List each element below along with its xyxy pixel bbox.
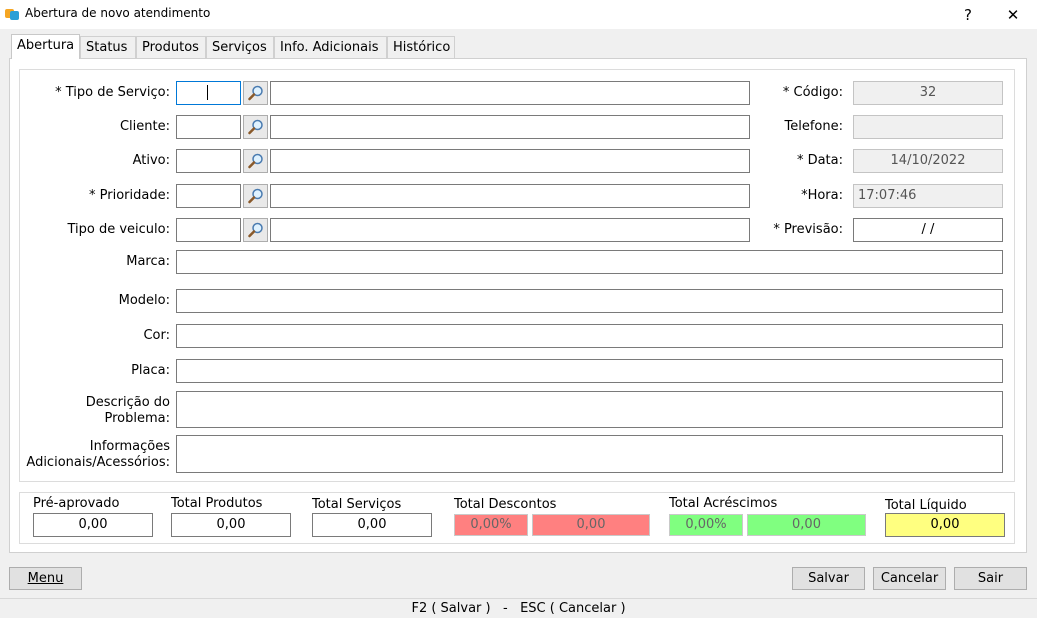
- info-adicionais-textarea[interactable]: [176, 435, 1003, 473]
- app-icon: [5, 9, 19, 20]
- tab-historico[interactable]: Histórico: [387, 36, 455, 58]
- descricao-textarea[interactable]: [176, 391, 1003, 428]
- pre-aprovado-label: Pré-aprovado: [33, 496, 120, 511]
- total-produtos-field: 0,00: [171, 513, 291, 537]
- acrescimos-percent-field: 0,00%: [669, 514, 743, 536]
- sair-button-label: Sair: [977, 571, 1004, 586]
- tipo-veiculo-code-input[interactable]: [176, 218, 241, 242]
- tipo-veiculo-lookup-button[interactable]: [243, 218, 268, 242]
- info-label-1: Informações: [89, 439, 170, 454]
- placa-label: Placa:: [131, 363, 170, 378]
- tipo-servico-desc-input[interactable]: [270, 81, 750, 105]
- salvar-button[interactable]: Salvar: [792, 567, 865, 590]
- ativo-desc-input[interactable]: [270, 149, 750, 173]
- sair-button[interactable]: Sair: [954, 567, 1027, 590]
- total-liquido-field: 0,00: [885, 513, 1005, 537]
- hora-label: *Hora:: [801, 188, 843, 203]
- pre-aprovado-field: 0,00: [33, 513, 153, 537]
- telefone-label: Telefone:: [784, 119, 844, 134]
- tipo-servico-code-input[interactable]: [176, 81, 241, 105]
- prioridade-desc-input[interactable]: [270, 184, 750, 208]
- previsao-label: * Previsão:: [773, 222, 843, 237]
- codigo-field: 32: [853, 81, 1003, 105]
- marca-label: Marca:: [126, 254, 170, 269]
- total-liquido-label: Total Líquido: [885, 498, 967, 513]
- cliente-label: Cliente:: [119, 119, 170, 134]
- tipo-servico-label: * Tipo de Serviço:: [55, 85, 170, 100]
- tab-abertura[interactable]: Abertura: [11, 34, 80, 59]
- tipo-servico-lookup-button[interactable]: [243, 81, 268, 105]
- codigo-label: * Código:: [782, 85, 843, 100]
- magnifier-icon: [247, 188, 263, 204]
- cliente-name-input[interactable]: [270, 115, 750, 139]
- ativo-lookup-button[interactable]: [243, 149, 268, 173]
- marca-input[interactable]: [176, 250, 1003, 274]
- text-caret: [207, 85, 208, 100]
- cancelar-button[interactable]: Cancelar: [873, 567, 946, 590]
- ativo-code-input[interactable]: [176, 149, 241, 173]
- ativo-label: Ativo:: [132, 153, 170, 168]
- magnifier-icon: [247, 222, 263, 238]
- cliente-code-input[interactable]: [176, 115, 241, 139]
- salvar-button-label: Salvar: [808, 571, 849, 586]
- tipo-veiculo-desc-input[interactable]: [270, 218, 750, 242]
- data-label: * Data:: [796, 153, 843, 168]
- prioridade-code-input[interactable]: [176, 184, 241, 208]
- cancelar-button-label: Cancelar: [880, 571, 939, 586]
- prioridade-lookup-button[interactable]: [243, 184, 268, 208]
- modelo-input[interactable]: [176, 289, 1003, 313]
- hora-field: 17:07:46: [853, 184, 1003, 208]
- previsao-field[interactable]: / /: [853, 218, 1003, 242]
- total-acrescimos-label: Total Acréscimos: [669, 496, 778, 511]
- total-servicos-label: Total Serviços: [312, 497, 402, 512]
- total-servicos-field: 0,00: [312, 513, 432, 537]
- cliente-lookup-button[interactable]: [243, 115, 268, 139]
- status-bar: F2 ( Salvar ) - ESC ( Cancelar ): [0, 598, 1037, 618]
- magnifier-icon: [247, 85, 263, 101]
- close-button[interactable]: ✕: [990, 0, 1036, 29]
- prioridade-label: * Prioridade:: [89, 188, 170, 203]
- telefone-field: [853, 115, 1003, 139]
- cor-label: Cor:: [143, 328, 170, 343]
- tab-status[interactable]: Status: [80, 36, 136, 58]
- modelo-label: Modelo:: [118, 293, 170, 308]
- descricao-label-2: Problema:: [104, 411, 171, 426]
- menu-button-label: Menu: [27, 571, 64, 586]
- menu-button[interactable]: Menu: [9, 567, 82, 590]
- data-field: 14/10/2022: [853, 149, 1003, 173]
- descricao-label-1: Descrição do: [85, 395, 170, 410]
- magnifier-icon: [247, 119, 263, 135]
- window-title: Abertura de novo atendimento: [25, 6, 211, 20]
- cor-input[interactable]: [176, 324, 1003, 348]
- help-button[interactable]: ?: [945, 0, 991, 29]
- tab-servicos[interactable]: Serviços: [206, 36, 274, 58]
- tab-info-adicionais[interactable]: Info. Adicionais: [274, 36, 387, 58]
- tab-produtos[interactable]: Produtos: [136, 36, 206, 58]
- magnifier-icon: [247, 153, 263, 169]
- descontos-percent-field: 0,00%: [454, 514, 528, 536]
- tipo-veiculo-label: Tipo de veiculo:: [67, 222, 170, 237]
- descontos-value-field: 0,00: [532, 514, 650, 536]
- total-produtos-label: Total Produtos: [171, 496, 263, 511]
- placa-input[interactable]: [176, 359, 1003, 383]
- info-label-2: Adicionais/Acessórios:: [26, 455, 170, 470]
- total-descontos-label: Total Descontos: [454, 497, 557, 512]
- acrescimos-value-field: 0,00: [747, 514, 866, 536]
